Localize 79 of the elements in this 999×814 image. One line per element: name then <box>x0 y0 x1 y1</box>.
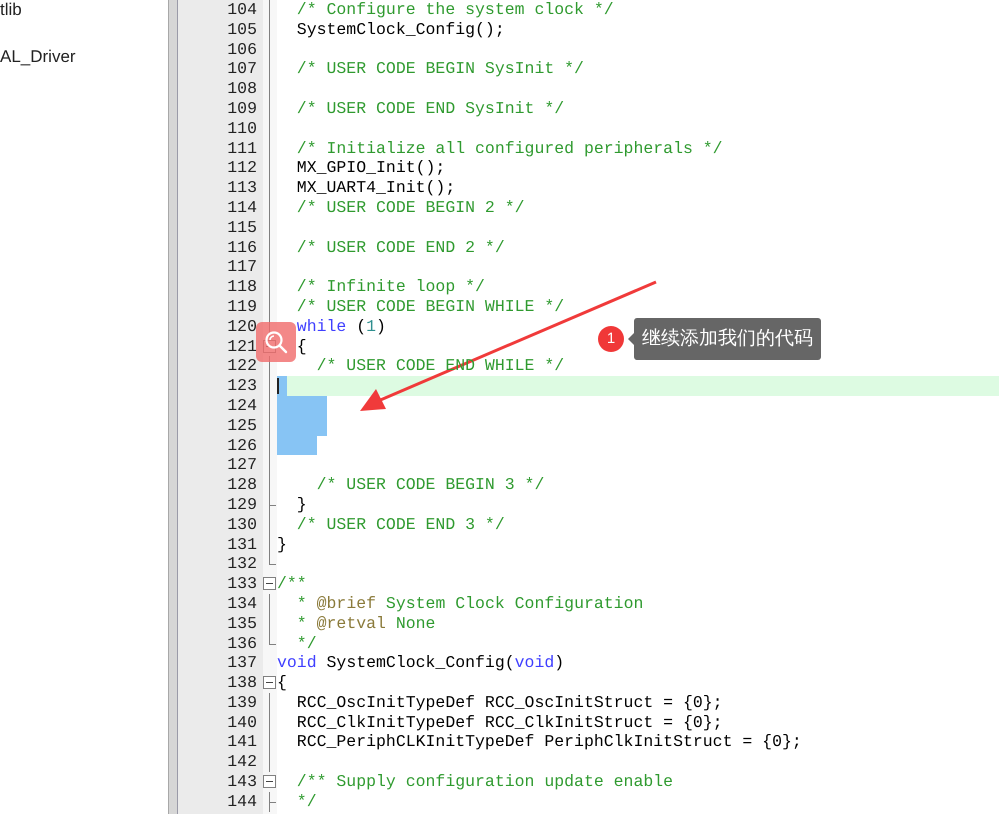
line-number: 123 <box>227 376 257 396</box>
code-line: /* USER CODE END 3 */ <box>296 514 505 535</box>
line-number: 117 <box>227 257 257 278</box>
code-line: /* USER CODE END 2 */ <box>296 238 505 258</box>
callout-text: 继续添加我们的代码 <box>634 318 821 360</box>
code-line: /* Configure the system clock */ <box>296 0 614 20</box>
line-number: 127 <box>227 455 257 476</box>
line-number: 111 <box>227 138 257 158</box>
code-line: void SystemClock_Config(void) <box>277 653 564 674</box>
code-line: /* USER CODE BEGIN WHILE */ <box>296 296 564 317</box>
line-number: 119 <box>227 296 257 317</box>
line-number: 143 <box>227 772 257 792</box>
code-line: while (1) <box>296 316 386 337</box>
code-line: } <box>296 494 307 515</box>
line-number: 133 <box>227 574 257 594</box>
code-line: /* USER CODE BEGIN SysInit */ <box>296 59 584 80</box>
line-number: 124 <box>227 396 257 416</box>
line-number: 107 <box>227 59 257 80</box>
code-line: /** <box>277 574 307 594</box>
line-number: 112 <box>227 158 257 178</box>
line-number: 108 <box>227 79 257 99</box>
code-line: { <box>277 673 287 693</box>
callout-pointer <box>628 333 634 345</box>
line-number: 135 <box>227 614 257 634</box>
line-number: 106 <box>227 40 257 60</box>
line-number: 116 <box>227 238 257 258</box>
code-line: * @brief System Clock Configuration <box>296 594 644 614</box>
code-line: RCC_OscInitTypeDef RCC_OscInitStruct = {0}; <box>296 692 723 713</box>
line-number: 144 <box>227 792 257 812</box>
line-number: 136 <box>227 634 257 654</box>
code-line: /* USER CODE END SysInit */ <box>296 98 564 119</box>
line-number: 140 <box>227 712 257 732</box>
code-line: */ <box>296 792 317 812</box>
code-line: /* Infinite loop */ <box>296 277 485 297</box>
line-number: 120 <box>227 316 257 337</box>
tree-item[interactable]: tlib <box>0 0 168 20</box>
line-number: 126 <box>227 436 257 456</box>
code-line: /** Supply configuration update enable <box>296 772 674 792</box>
line-number: 122 <box>227 356 257 376</box>
line-number: 128 <box>227 475 257 495</box>
code-line: MX_GPIO_Init(); <box>296 158 446 178</box>
line-number: 130 <box>227 514 257 535</box>
line-number: 105 <box>227 20 257 40</box>
line-number: 125 <box>227 416 257 436</box>
line-number: 142 <box>227 752 257 772</box>
fold-toggle-icon[interactable] <box>263 775 276 788</box>
code-line: /* USER CODE BEGIN 2 */ <box>296 198 525 218</box>
line-number: 139 <box>227 692 257 713</box>
line-number: 121 <box>227 336 257 356</box>
line-number: 115 <box>227 218 257 238</box>
zoom-icon[interactable] <box>256 322 296 362</box>
line-number: 118 <box>227 277 257 297</box>
fold-toggle-icon[interactable] <box>263 676 276 690</box>
code-line: { <box>296 336 307 356</box>
line-number: 138 <box>227 673 257 693</box>
line-number: 104 <box>227 0 257 20</box>
code-line: * @retval None <box>296 614 436 634</box>
code-line: */ <box>296 634 317 654</box>
fold-toggle-icon[interactable] <box>263 577 276 590</box>
line-number: 109 <box>227 98 257 119</box>
code-line: RCC_ClkInitTypeDef RCC_ClkInitStruct = {0}; <box>296 712 723 732</box>
line-number: 134 <box>227 594 257 614</box>
code-line: } <box>277 534 287 554</box>
code-line: /* USER CODE BEGIN 3 */ <box>316 475 544 495</box>
line-number: 141 <box>227 732 257 752</box>
line-number: 137 <box>227 653 257 674</box>
line-number: 114 <box>227 198 257 218</box>
line-number: 131 <box>227 534 257 554</box>
code-line: RCC_PeriphCLKInitTypeDef PeriphClkInitStruct = {0}; <box>296 732 802 752</box>
line-number: 110 <box>227 118 257 139</box>
line-number: 129 <box>227 494 257 515</box>
text-cursor <box>277 378 279 394</box>
step-badge: 1 <box>598 326 624 352</box>
tree-item[interactable]: AL_Driver <box>0 47 168 67</box>
code-line: /* Initialize all configured peripherals */ <box>296 138 723 158</box>
line-number: 132 <box>227 554 257 574</box>
line-number: 113 <box>227 178 257 198</box>
code-line: MX_UART4_Init(); <box>296 178 456 198</box>
code-line: SystemClock_Config(); <box>296 20 505 40</box>
